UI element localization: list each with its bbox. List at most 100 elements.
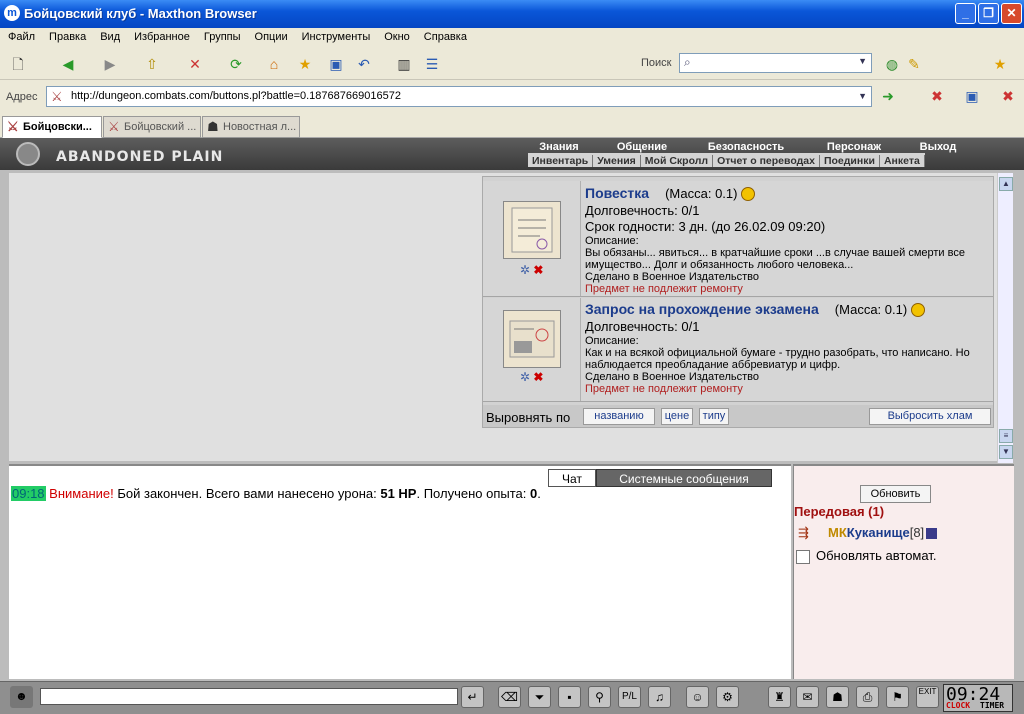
tab-chat[interactable]: Чат [548, 469, 596, 487]
scroll-down-icon[interactable]: ▼ [999, 445, 1013, 459]
nav-skills[interactable]: Умения [593, 155, 641, 167]
nav-inventory[interactable]: Инвентарь [528, 155, 594, 167]
tab-combats[interactable]: ⚔ Бойцовский ... [103, 116, 201, 138]
message-time[interactable]: 09:18 [11, 486, 46, 501]
settings-icon[interactable]: ⚙ [716, 686, 739, 708]
scroll-up-icon[interactable]: ▲ [999, 177, 1013, 191]
eraser-icon[interactable]: ⌫ [498, 686, 521, 708]
chat-smile-icon[interactable]: ☻ [10, 686, 33, 708]
item-name[interactable]: Запрос на прохождение экзамена [585, 301, 819, 317]
tab-label: Бойцовский ... [124, 121, 197, 133]
timer-label[interactable]: TIMER [980, 701, 1004, 710]
new-page-icon[interactable]: 🗋 [8, 54, 28, 74]
use-item-icon[interactable]: ✲ [520, 263, 530, 277]
use-item-icon[interactable]: ✲ [520, 370, 530, 384]
close-button[interactable]: ✕ [1001, 3, 1022, 24]
sidebar-icon[interactable]: ☰ [422, 54, 442, 74]
address-url: http://dungeon.combats.com/buttons.pl?ba… [71, 90, 401, 102]
minimize-button[interactable]: _ [955, 3, 976, 24]
search-input[interactable]: ⌕ ▼ [679, 53, 872, 73]
nav-exit[interactable]: Выход [902, 141, 974, 153]
friends-icon[interactable]: ☗ [826, 686, 849, 708]
nav-battles[interactable]: Поединки [820, 155, 880, 167]
refresh-button[interactable]: Обновить [860, 485, 931, 503]
home-icon[interactable]: ⌂ [264, 54, 284, 74]
nav-knowledge[interactable]: Знания [520, 141, 598, 153]
dump-junk-button[interactable]: Выбросить хлам [869, 408, 991, 425]
battle-arrow-icon[interactable]: ⇶ [798, 525, 809, 541]
menu-options[interactable]: Опции [247, 28, 294, 43]
close-all-icon[interactable]: ✖ [998, 86, 1018, 106]
location-panel: Обновить Передовая (1) ⇶ МККуканище[8] О… [793, 464, 1014, 679]
menu-file[interactable]: Файл [0, 28, 41, 43]
print-icon[interactable]: ⎙ [856, 686, 879, 708]
item-name[interactable]: Повестка [585, 185, 649, 201]
menu-view[interactable]: Вид [92, 28, 126, 43]
main-scrollbar[interactable]: ▲ ≡ ▼ [997, 173, 1013, 463]
menu-groups[interactable]: Группы [196, 28, 247, 43]
menu-window[interactable]: Окно [376, 28, 416, 43]
save-icon[interactable]: ▪ [558, 686, 581, 708]
tab-system-messages[interactable]: Системные сообщения [596, 469, 772, 487]
bookmark-star-icon[interactable]: ★ [990, 54, 1010, 74]
nav-communication[interactable]: Общение [598, 141, 686, 153]
scroll-icon[interactable]: ✉ [796, 686, 819, 708]
maximize-button[interactable]: ❐ [978, 3, 999, 24]
close-tab-icon[interactable]: ✖ [927, 86, 947, 106]
sort-by-name-button[interactable]: названию [583, 408, 655, 425]
refresh-icon[interactable]: ⟳ [226, 54, 246, 74]
sort-by-type-button[interactable]: типу [699, 408, 729, 425]
drop-item-icon[interactable]: ✖ [533, 370, 543, 384]
chat-input[interactable] [40, 688, 458, 705]
favorites-star-icon[interactable]: ★ [295, 54, 315, 74]
auto-refresh-checkbox[interactable] [796, 549, 810, 564]
nav-security[interactable]: Безопасность [686, 141, 806, 153]
player-name[interactable]: Куканище [847, 525, 910, 540]
clock-label[interactable]: CLOCK [946, 701, 970, 710]
filter-icon[interactable]: ⏷ [528, 686, 551, 708]
smiley-icon[interactable]: ☺ [686, 686, 709, 708]
exit-icon[interactable]: EXIT [916, 686, 939, 708]
nav-character[interactable]: Персонаж [806, 141, 902, 153]
coin-icon [911, 303, 926, 317]
restore-tab-icon[interactable]: ▣ [962, 86, 982, 106]
menu-favorites[interactable]: Избранное [126, 28, 196, 43]
up-icon[interactable]: ⇧ [142, 54, 162, 74]
forward-icon[interactable]: ▶ [100, 54, 120, 74]
menu-edit[interactable]: Правка [41, 28, 92, 43]
address-dropdown-icon[interactable]: ▼ [858, 87, 867, 106]
menu-help[interactable]: Справка [416, 28, 473, 43]
nav-scroll[interactable]: Мой Скролл [641, 155, 714, 167]
stop-icon[interactable]: ✕ [185, 54, 205, 74]
bag-icon[interactable]: ♜ [768, 686, 791, 708]
menu-tools[interactable]: Инструменты [294, 28, 377, 43]
damage-value: 51 HP [380, 486, 417, 501]
nav-profile[interactable]: Анкета [880, 155, 925, 167]
go-icon[interactable]: ➜ [878, 86, 898, 106]
back-icon[interactable]: ◀ [58, 54, 78, 74]
fighter-icon[interactable]: ⚲ [588, 686, 611, 708]
highlight-icon[interactable]: ✎ [904, 54, 924, 74]
undo-icon[interactable]: ↶ [354, 54, 374, 74]
item-desc-label: Описание: [585, 235, 639, 247]
globe-icon[interactable]: ◍ [882, 54, 902, 74]
menu-bar: Файл Правка Вид Избранное Группы Опции Инструм… [0, 28, 1024, 48]
scroll-thumb[interactable]: ≡ [999, 429, 1013, 443]
address-field[interactable]: ⚔ http://dungeon.combats.com/buttons.pl?… [46, 86, 872, 107]
search-dropdown-icon[interactable]: ▼ [858, 56, 867, 66]
player-entry[interactable]: МККуканище[8] [828, 525, 938, 540]
sort-by-price-button[interactable]: цене [661, 408, 693, 425]
window-icon[interactable]: ▣ [326, 54, 346, 74]
send-icon[interactable]: ↵ [461, 686, 484, 708]
flag-icon[interactable]: ⚑ [886, 686, 909, 708]
nav-transfer-report[interactable]: Отчет о переводах [713, 155, 820, 167]
tab-news[interactable]: ☗ Новостная л... [202, 116, 300, 138]
top-nav: Знания Общение Безопасность Персонаж Выход [520, 139, 974, 153]
tab-combats-active[interactable]: ⚔ Бойцовски... [2, 116, 102, 138]
drop-item-icon[interactable]: ✖ [533, 263, 543, 277]
sound-icon[interactable]: ♫ [648, 686, 671, 708]
pl-icon[interactable]: P/L [618, 686, 641, 708]
search-label: Поиск [641, 57, 672, 69]
player-info-icon[interactable] [926, 528, 938, 540]
split-view-icon[interactable]: ▥ [394, 54, 414, 74]
